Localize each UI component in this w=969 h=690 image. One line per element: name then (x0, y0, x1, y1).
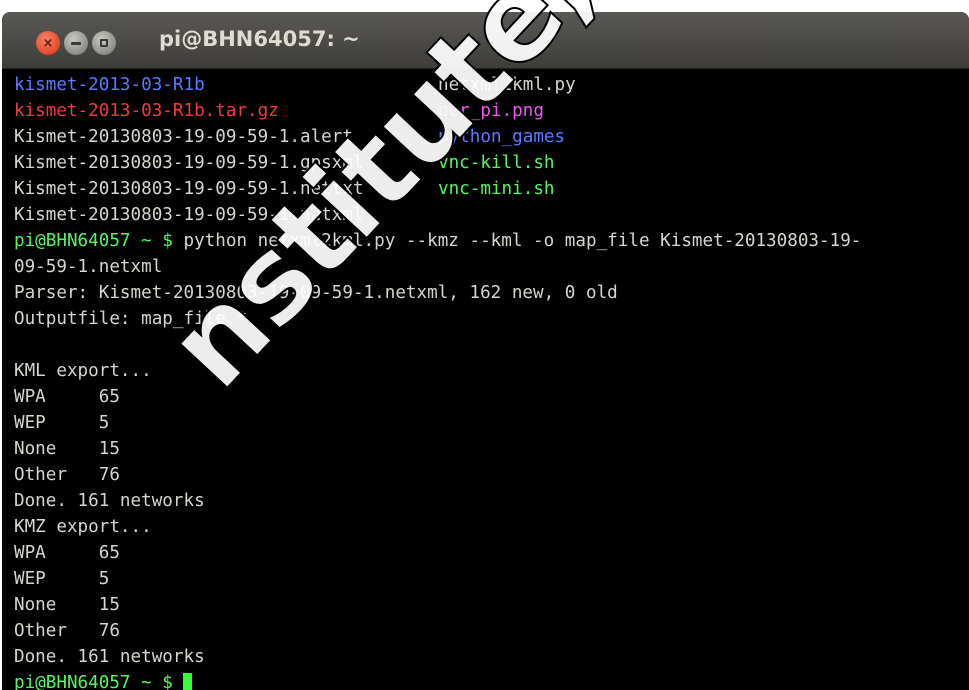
window-title: pi@BHN64057: ~ (159, 27, 360, 51)
close-icon: × (42, 35, 54, 51)
ls-entry: vnc-kill.sh (438, 153, 555, 173)
ls-row: kismet-2013-03-R1b netxml2kml.py (14, 72, 969, 98)
ls-entry: Kismet-20130803-19-09-59-1.gpsxml (14, 153, 364, 173)
ls-row: kismet-2013-03-R1b.tar.gz ocr_pi.png (14, 98, 969, 124)
text-cursor (183, 673, 193, 690)
ls-entry: Kismet-20130803-19-09-59-1.nettxt (14, 179, 364, 199)
minimize-icon (71, 41, 81, 45)
output-line: WEP 5 (14, 413, 110, 433)
program-output: Parser: Kismet-20130803-19-09-59-1.netxm… (14, 280, 969, 670)
ls-listing: kismet-2013-03-R1b netxml2kml.py kismet-20… (14, 72, 969, 228)
minimize-button[interactable] (64, 31, 88, 55)
terminal-window: × pi@BHN64057: ~ kismet-2013-03-R1b netxm… (2, 12, 969, 690)
ls-row: Kismet-20130803-19-09-59-1.alert python_g… (14, 124, 969, 150)
output-line: KML export... (14, 361, 152, 381)
ls-entry: python_games (438, 127, 566, 147)
output-line: WEP 5 (14, 569, 110, 589)
output-line: Done. 161 networks (14, 491, 205, 511)
ls-entry: netxml2kml.py (438, 75, 576, 95)
ls-row: Kismet-20130803-19-09-59-1.gpsxml vnc-kil… (14, 150, 969, 176)
output-line: WPA 65 (14, 387, 120, 407)
maximize-icon (100, 39, 108, 47)
close-button[interactable]: × (36, 31, 60, 55)
ls-row: Kismet-20130803-19-09-59-1.nettxt vnc-min… (14, 176, 969, 202)
output-line: Parser: Kismet-20130803-19-09-59-1.netxm… (14, 283, 618, 303)
ls-entry: Kismet-20130803-19-09-59-1.netxml (14, 205, 364, 225)
output-line: WPA 65 (14, 543, 120, 563)
command-wrap-text: 09-59-1.netxml (14, 257, 163, 277)
output-line: None 15 (14, 595, 120, 615)
final-prompt-line: pi@BHN64057 ~ $ (14, 670, 969, 690)
output-line: Other 76 (14, 621, 120, 641)
shell-prompt: pi@BHN64057 ~ $ (14, 231, 173, 251)
ls-entry: kismet-2013-03-R1b.tar.gz (14, 101, 279, 121)
ls-entry: Kismet-20130803-19-09-59-1.alert (14, 127, 353, 147)
output-line: Outputfile: map_file.* (14, 309, 248, 329)
ls-entry: ocr_pi.png (438, 101, 544, 121)
ls-row: Kismet-20130803-19-09-59-1.netxml (14, 202, 969, 228)
maximize-button[interactable] (92, 31, 116, 55)
ls-entry: vnc-mini.sh (438, 179, 555, 199)
output-line: Done. 161 networks (14, 647, 205, 667)
title-bar[interactable]: × pi@BHN64057: ~ (2, 12, 969, 69)
command-line: pi@BHN64057 ~ $ python netxml2kml.py --k… (14, 228, 969, 254)
shell-prompt: pi@BHN64057 ~ $ (14, 673, 173, 690)
terminal-output[interactable]: kismet-2013-03-R1b netxml2kml.py kismet-20… (14, 72, 969, 690)
output-line: KMZ export... (14, 517, 152, 537)
output-line: Other 76 (14, 465, 120, 485)
output-line: None 15 (14, 439, 120, 459)
ls-entry: kismet-2013-03-R1b (14, 75, 205, 95)
command-text: python netxml2kml.py --kmz --kml -o map_… (172, 231, 862, 251)
